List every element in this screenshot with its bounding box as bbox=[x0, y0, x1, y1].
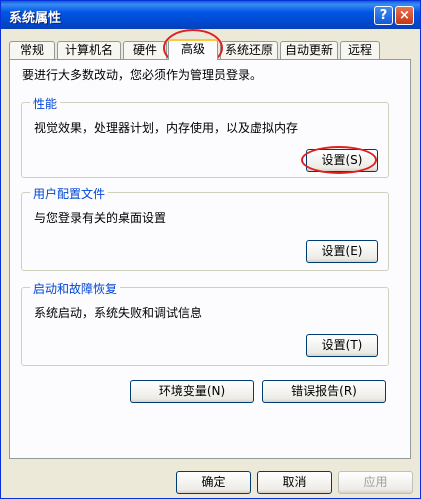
admin-notice: 要进行大多数改动，您必须作为管理员登录。 bbox=[22, 68, 263, 82]
tab-hardware[interactable]: 硬件 bbox=[123, 41, 167, 59]
ok-button[interactable]: 确定 bbox=[176, 471, 251, 494]
tab-general[interactable]: 常规 bbox=[9, 41, 55, 59]
performance-title: 性能 bbox=[30, 95, 61, 112]
window-title: 系统属性 bbox=[9, 11, 62, 26]
tab-system-restore[interactable]: 系统还原 bbox=[220, 41, 278, 59]
tab-strip: 常规 计算机名 硬件 高级 系统还原 自动更新 远程 bbox=[9, 39, 409, 60]
title-bar[interactable]: 系统属性 ? × bbox=[1, 1, 420, 29]
profiles-settings-button[interactable]: 设置(E) bbox=[306, 240, 378, 263]
tab-remote[interactable]: 远程 bbox=[340, 41, 380, 59]
error-reporting-button[interactable]: 错误报告(R) bbox=[262, 380, 386, 403]
startup-recovery-title: 启动和故障恢复 bbox=[30, 280, 121, 297]
user-profiles-desc: 与您登录有关的桌面设置 bbox=[34, 211, 167, 225]
apply-button[interactable]: 应用 bbox=[338, 471, 413, 494]
cancel-button[interactable]: 取消 bbox=[257, 471, 332, 494]
help-button[interactable]: ? bbox=[374, 6, 393, 25]
performance-settings-button[interactable]: 设置(S) bbox=[306, 149, 378, 172]
close-button[interactable]: × bbox=[395, 6, 414, 25]
tab-computer-name[interactable]: 计算机名 bbox=[57, 41, 121, 59]
startup-recovery-desc: 系统启动，系统失败和调试信息 bbox=[34, 306, 203, 320]
performance-desc: 视觉效果，处理器计划，内存使用，以及虚拟内存 bbox=[34, 121, 299, 135]
startup-settings-button[interactable]: 设置(T) bbox=[306, 334, 378, 357]
tab-auto-update[interactable]: 自动更新 bbox=[280, 41, 338, 59]
user-profiles-title: 用户配置文件 bbox=[30, 185, 109, 202]
system-properties-window: 系统属性 ? × 常规 计算机名 硬件 高级 系统还原 自动更新 远程 要进行大… bbox=[0, 0, 421, 499]
environment-variables-button[interactable]: 环境变量(N) bbox=[130, 380, 254, 403]
tab-advanced[interactable]: 高级 bbox=[168, 39, 218, 60]
